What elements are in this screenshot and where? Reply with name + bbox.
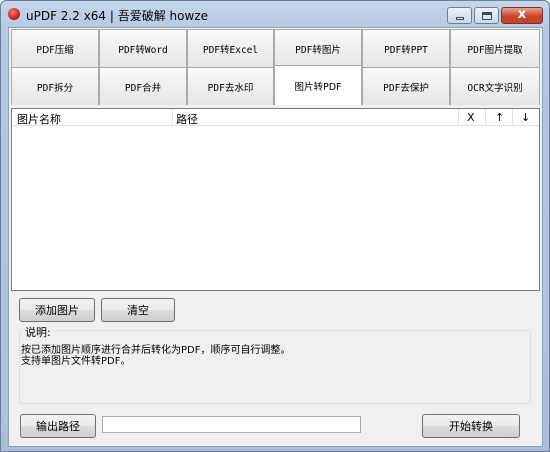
tab-label: PDF转PPT [384,44,428,56]
tab-label: PDF转Excel [202,44,259,56]
tab-pdf-remove-watermark[interactable]: PDF去水印 [187,67,274,105]
tab-label: PDF拆分 [36,82,74,94]
tab-pdf-remove-protection[interactable]: PDF去保护 [362,67,450,105]
close-button[interactable]: x [501,7,543,24]
output-path-button[interactable]: 输出路径 [20,414,96,438]
list-header: 图片名称 路径 X ↑ ↓ [12,109,539,126]
description-text: 按已添加图片顺序进行合并后转化为PDF，顺序可自行调整。 支持单图片文件转PDF… [21,345,290,367]
minimize-button[interactable] [447,7,472,24]
column-divider [512,109,513,126]
tab-pdf-to-word[interactable]: PDF转Word [99,29,187,67]
tab-label: PDF转图片 [295,44,341,56]
column-divider [485,109,486,126]
column-path[interactable]: 路径 [176,111,198,127]
description-label: 说明: [22,324,54,340]
title-bar[interactable]: uPDF 2.2 x64 | 吾爱破解 howze x [1,1,549,27]
add-image-button[interactable]: 添加图片 [19,298,95,322]
column-image-name[interactable]: 图片名称 [17,111,61,127]
maximize-button[interactable] [474,7,499,24]
tab-ocr[interactable]: OCR文字识别 [450,67,540,105]
client-area: PDF压缩 PDF转Word PDF转Excel PDF转图片 PDF转PPT … [8,27,543,447]
tab-label: PDF转Word [118,44,168,56]
tab-label: PDF合并 [124,82,162,94]
start-convert-button[interactable]: 开始转换 [422,414,520,438]
tab-label: 图片转PDF [294,81,342,93]
app-logo-icon [8,8,20,20]
tab-image-to-pdf[interactable]: 图片转PDF [274,65,362,105]
description-group [19,330,531,404]
tab-pdf-merge[interactable]: PDF合并 [99,67,187,105]
tab-pdf-compress[interactable]: PDF压缩 [11,29,99,67]
description-line: 支持单图片文件转PDF。 [21,356,131,367]
close-icon: x [517,7,527,22]
column-remove[interactable]: X [467,111,475,124]
output-path-field[interactable] [102,416,361,433]
column-move-up[interactable]: ↑ [495,111,504,124]
tab-pdf-to-excel[interactable]: PDF转Excel [187,29,274,67]
tab-label: PDF压缩 [36,44,74,56]
tab-label: PDF去保护 [383,82,429,94]
maximize-icon [482,12,492,20]
tab-pdf-to-ppt[interactable]: PDF转PPT [362,29,450,67]
tab-label: OCR文字识别 [467,82,523,94]
column-divider [172,109,173,126]
tab-label: PDF图片提取 [467,44,523,56]
description-line: 按已添加图片顺序进行合并后转化为PDF，顺序可自行调整。 [21,345,291,356]
clear-button[interactable]: 清空 [101,298,175,322]
column-move-down[interactable]: ↓ [521,111,530,124]
column-divider [458,109,459,126]
window-title: uPDF 2.2 x64 | 吾爱破解 howze [26,9,208,23]
window-controls: x [447,7,543,24]
tab-pdf-image-extract[interactable]: PDF图片提取 [450,29,540,67]
image-list[interactable]: 图片名称 路径 X ↑ ↓ [11,108,540,291]
tab-pdf-to-image[interactable]: PDF转图片 [274,29,362,67]
app-window: uPDF 2.2 x64 | 吾爱破解 howze x PDF压缩 PDF转Wo… [0,0,550,452]
tab-label: PDF去水印 [207,82,254,94]
tab-pdf-split[interactable]: PDF拆分 [11,67,99,105]
minimize-icon [456,17,464,20]
